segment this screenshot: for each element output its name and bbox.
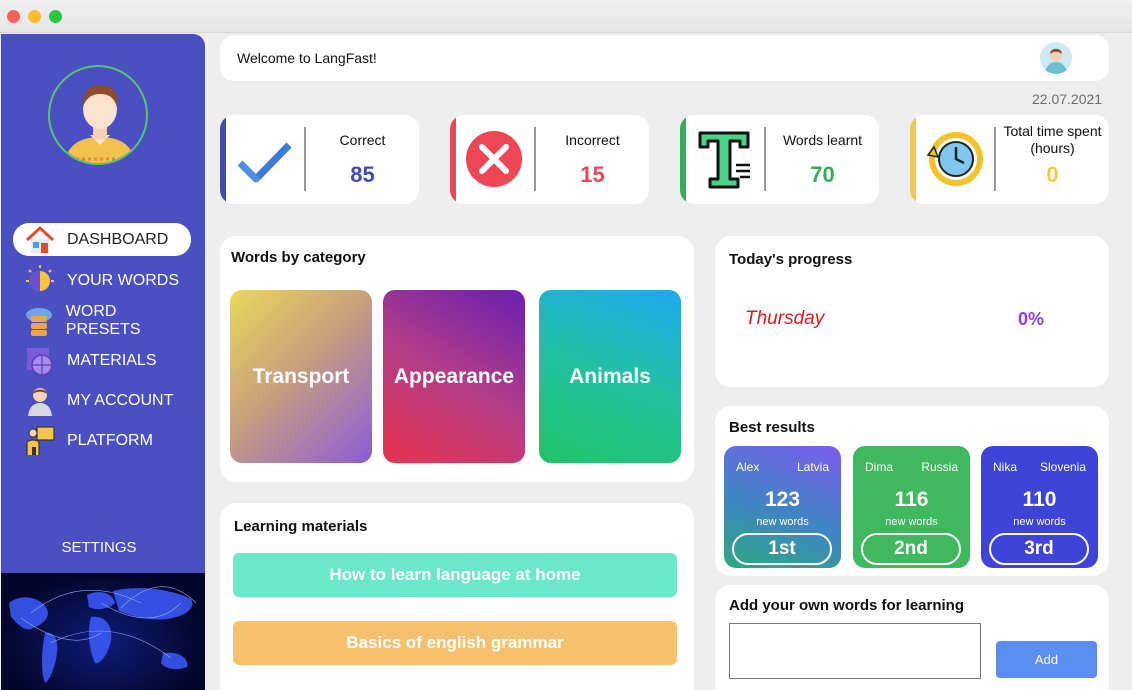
result-value: 116 <box>894 488 929 511</box>
result-unit: new words <box>756 516 809 528</box>
x-circle-icon <box>464 129 524 189</box>
stat-card-total-time: Total time spent (hours) 0 <box>910 115 1109 204</box>
sidebar-item-label: MY ACCOUNT <box>67 392 174 409</box>
window-titlebar <box>0 0 1132 33</box>
todays-progress-card: Today's progress Thursday 0% <box>715 236 1109 387</box>
sidebar: DASHBOARD YOUR WORDS WORD PRESETS MATERI… <box>1 34 205 690</box>
section-title: Add your own words for learning <box>729 597 965 614</box>
result-unit: new words <box>885 516 938 528</box>
stat-label: Total time spent (hours) <box>1003 123 1102 156</box>
stat-value: 85 <box>350 162 375 187</box>
stat-value: 0 <box>1046 162 1059 187</box>
welcome-bar: Welcome to LangFast! <box>220 35 1109 81</box>
sidebar-item-materials[interactable]: MATERIALS <box>13 341 191 381</box>
clock-history-icon <box>924 129 984 189</box>
book-globe-icon <box>23 345 57 377</box>
accent-bar <box>910 115 916 204</box>
sidebar-item-label: MATERIALS <box>67 352 157 369</box>
new-word-input[interactable] <box>729 623 981 679</box>
stat-label: Words learnt <box>782 132 863 148</box>
accent-bar <box>450 115 456 204</box>
stat-card-correct: Correct 85 <box>220 115 419 204</box>
result-name: Alex <box>736 460 760 474</box>
category-transport[interactable]: Transport <box>230 290 372 463</box>
result-place-badge: 1st <box>732 533 832 565</box>
section-title: Learning materials <box>234 518 368 535</box>
result-country: Latvia <box>796 460 829 474</box>
result-name: Dima <box>865 460 894 474</box>
result-card-first: Alex Latvia 123 new words 1st <box>724 446 841 568</box>
world-map-image <box>1 573 205 690</box>
words-by-category-card: Words by category Transport Appearance A… <box>220 236 694 482</box>
category-animals[interactable]: Animals <box>539 290 681 463</box>
section-title: Today's progress <box>729 251 853 268</box>
add-word-button[interactable]: Add <box>996 641 1097 678</box>
stat-card-incorrect: Incorrect 15 <box>450 115 649 204</box>
accent-bar <box>220 115 226 204</box>
learning-materials-card: Learning materials How to learn language… <box>220 503 694 690</box>
add-words-card: Add your own words for learning Add <box>715 585 1109 690</box>
result-unit: new words <box>1013 516 1066 528</box>
user-icon <box>23 385 57 417</box>
welcome-text: Welcome to LangFast! <box>237 50 377 66</box>
sidebar-item-dashboard[interactable]: DASHBOARD <box>13 223 191 256</box>
minimize-window-button[interactable] <box>28 10 41 23</box>
result-place-badge: 2nd <box>861 533 961 565</box>
stat-value: 15 <box>580 162 605 187</box>
material-link[interactable]: Basics of english grammar <box>233 621 677 665</box>
maximize-window-button[interactable] <box>49 10 62 23</box>
text-t-icon <box>694 129 754 189</box>
progress-percent: 0% <box>1018 309 1045 329</box>
result-card-third: Nika Slovenia 110 new words 3rd <box>981 446 1098 568</box>
checkmark-icon <box>234 129 294 189</box>
user-avatar-icon[interactable] <box>1040 42 1072 74</box>
stat-label: Correct <box>339 132 386 148</box>
sidebar-item-settings[interactable]: SETTINGS <box>1 539 197 556</box>
best-results-card: Best results Alex Latvia 123 new words 1… <box>715 406 1109 576</box>
profile-avatar[interactable] <box>48 65 148 165</box>
result-value: 110 <box>1022 488 1057 511</box>
current-date: 22.07.2021 <box>1032 91 1103 107</box>
sidebar-item-platform[interactable]: PLATFORM <box>13 421 191 461</box>
stat-label: Incorrect <box>565 132 620 148</box>
stat-card-words-learnt: Words learnt 70 <box>680 115 879 204</box>
result-place-badge: 3rd <box>989 533 1089 565</box>
sidebar-nav: DASHBOARD YOUR WORDS WORD PRESETS MATERI… <box>13 223 191 461</box>
result-country: Russia <box>921 460 958 474</box>
accent-bar <box>680 115 686 204</box>
sidebar-item-my-account[interactable]: MY ACCOUNT <box>13 381 191 421</box>
sidebar-item-label: YOUR WORDS <box>67 272 179 289</box>
server-cloud-icon <box>23 305 56 337</box>
sidebar-item-label: WORD PRESETS <box>65 303 141 338</box>
material-link[interactable]: How to learn language at home <box>233 553 677 597</box>
progress-day: Thursday <box>745 308 825 329</box>
section-title: Best results <box>729 419 815 436</box>
sidebar-item-word-presets[interactable]: WORD PRESETS <box>13 301 191 341</box>
section-title: Words by category <box>231 249 366 266</box>
close-window-button[interactable] <box>7 10 20 23</box>
result-country: Slovenia <box>1039 460 1086 474</box>
result-value: 123 <box>764 488 801 511</box>
result-name: Nika <box>993 460 1018 474</box>
stat-value: 70 <box>810 162 835 187</box>
teacher-board-icon <box>23 425 57 457</box>
category-appearance[interactable]: Appearance <box>383 290 525 463</box>
result-card-second: Dima Russia 116 new words 2nd <box>853 446 970 568</box>
sidebar-item-your-words[interactable]: YOUR WORDS <box>13 261 191 301</box>
brain-bulb-icon <box>23 265 57 297</box>
sidebar-item-label: PLATFORM <box>67 432 153 449</box>
house-icon <box>23 224 57 256</box>
avatar-icon <box>64 84 136 163</box>
sidebar-item-label: DASHBOARD <box>67 230 169 248</box>
